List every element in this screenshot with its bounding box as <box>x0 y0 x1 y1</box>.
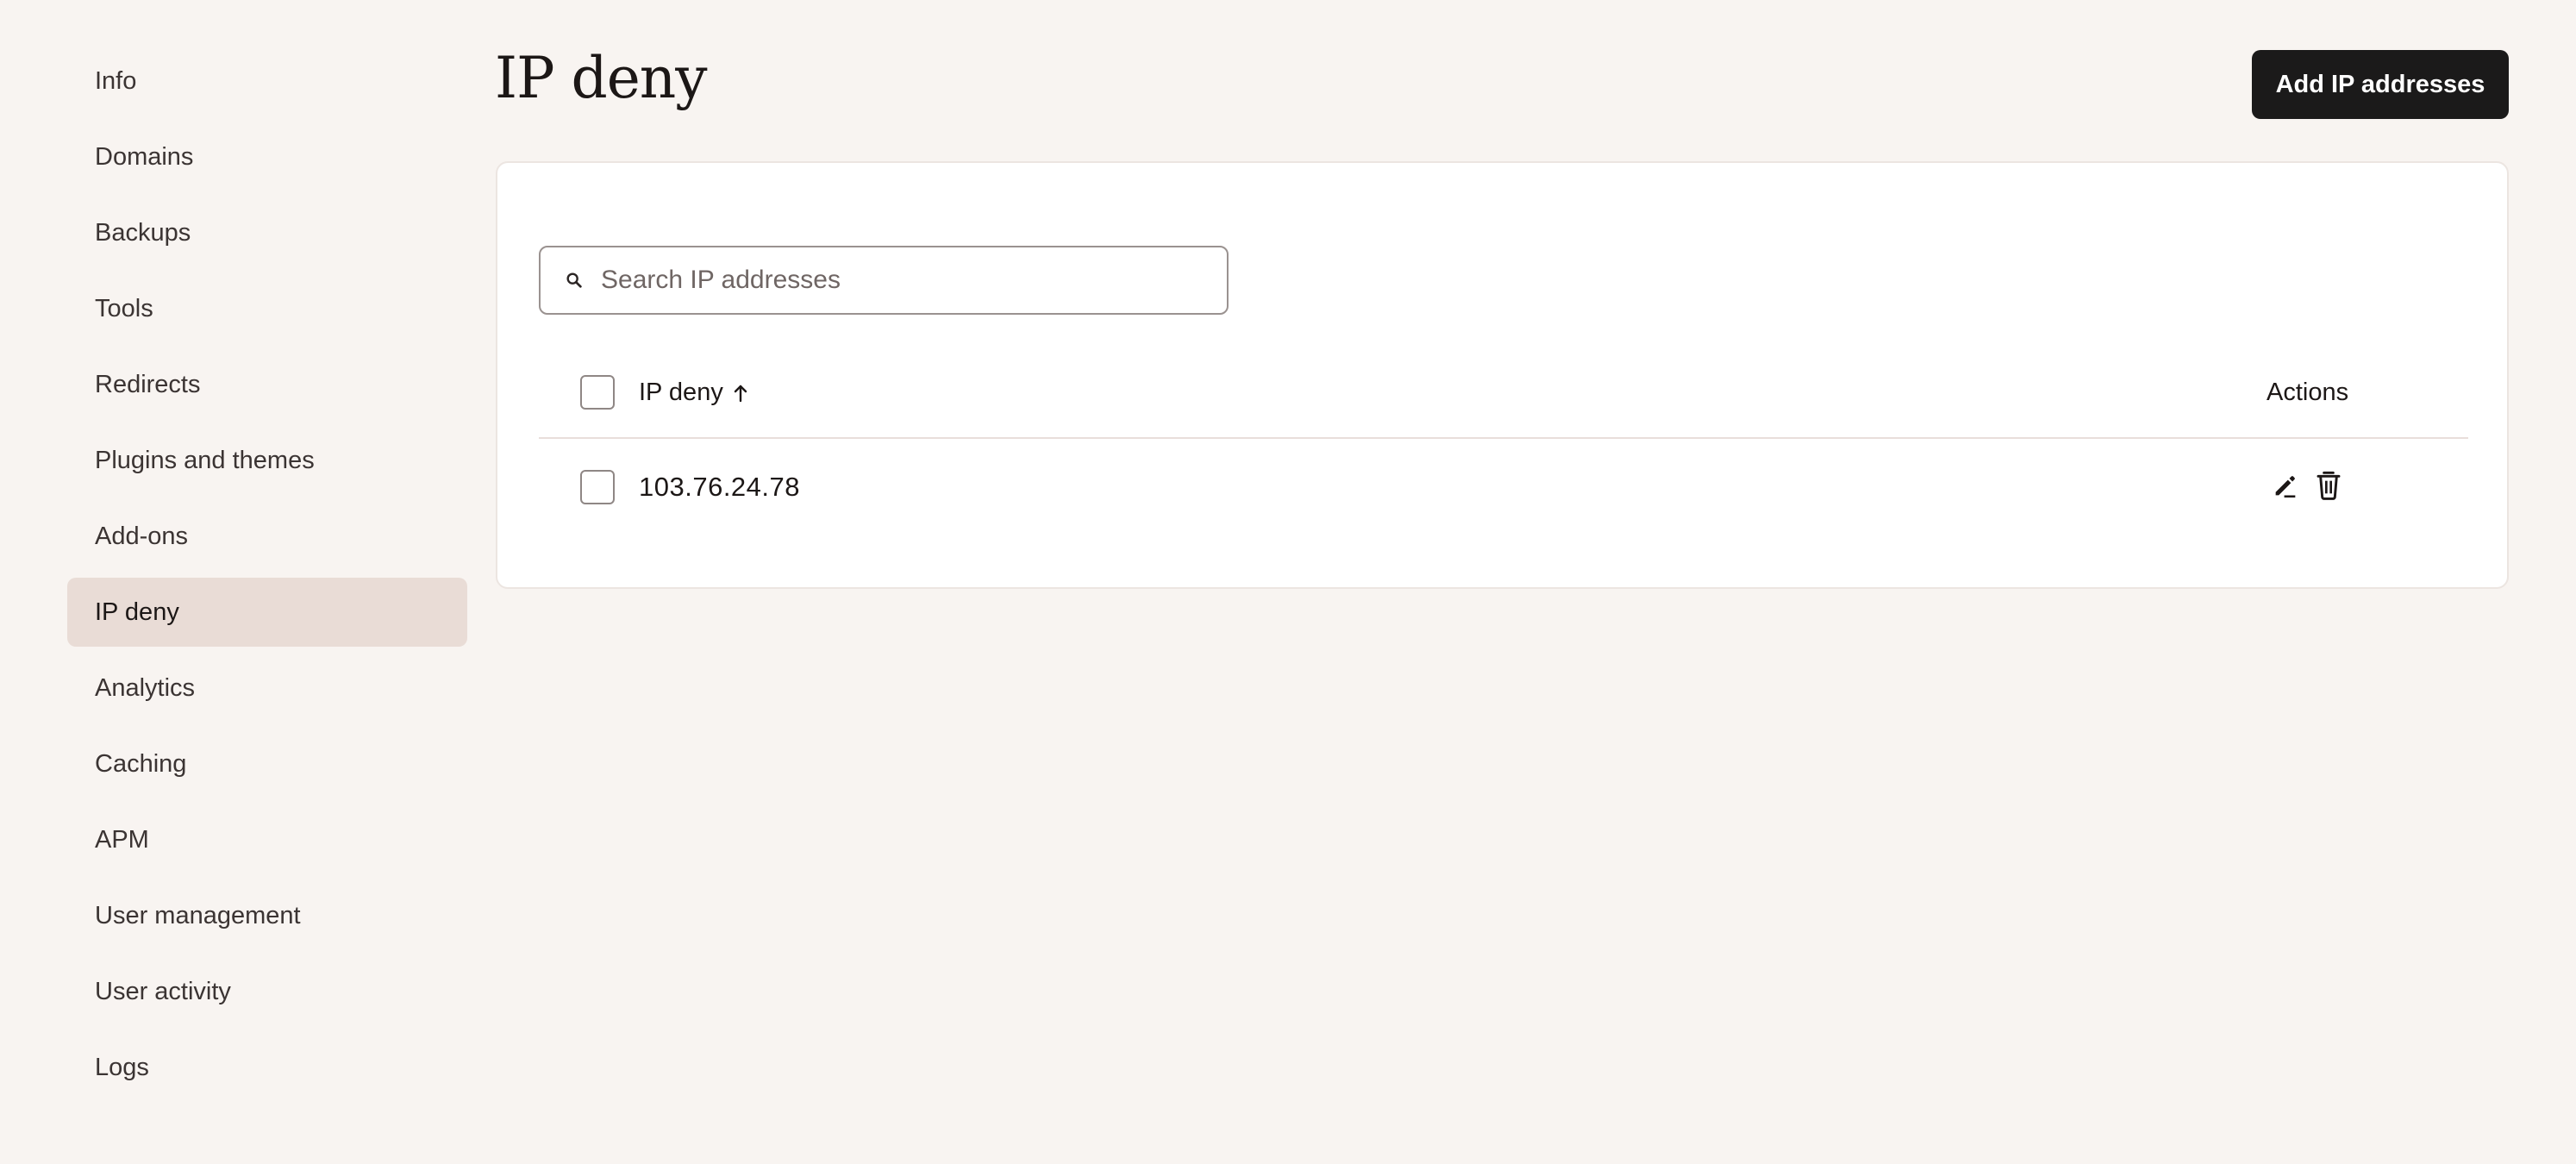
trash-icon[interactable] <box>2313 468 2344 503</box>
sidebar-item-add-ons[interactable]: Add-ons <box>67 502 467 571</box>
table-header: IP deny Actions <box>539 361 2468 439</box>
edit-icon[interactable] <box>2270 468 2301 503</box>
sidebar-item-domains[interactable]: Domains <box>67 122 467 191</box>
ip-deny-panel: IP deny Actions 103.76.24.78 <box>496 161 2509 589</box>
sidebar-item-info[interactable]: Info <box>67 47 467 116</box>
sidebar-item-apm[interactable]: APM <box>67 805 467 874</box>
add-ip-addresses-button[interactable]: Add IP addresses <box>2252 50 2509 119</box>
column-header-ip-deny-label: IP deny <box>639 379 723 406</box>
ip-deny-table: IP deny Actions 103.76.24.78 <box>539 361 2468 535</box>
table-row: 103.76.24.78 <box>539 439 2468 535</box>
row-checkbox[interactable] <box>580 470 615 504</box>
search-box[interactable] <box>539 246 1229 315</box>
sidebar-item-user-activity[interactable]: User activity <box>67 957 467 1026</box>
sidebar-item-caching[interactable]: Caching <box>67 729 467 798</box>
sidebar: Info Domains Backups Tools Redirects Plu… <box>67 47 467 1109</box>
sidebar-item-redirects[interactable]: Redirects <box>67 350 467 419</box>
search-icon <box>563 269 585 291</box>
sidebar-item-analytics[interactable]: Analytics <box>67 654 467 723</box>
column-header-actions: Actions <box>2267 379 2349 406</box>
search-input[interactable] <box>601 266 1204 295</box>
sidebar-item-user-management[interactable]: User management <box>67 881 467 950</box>
sidebar-item-backups[interactable]: Backups <box>67 198 467 267</box>
row-actions <box>2270 468 2344 503</box>
sidebar-item-tools[interactable]: Tools <box>67 274 467 343</box>
page-title: IP deny <box>495 45 708 111</box>
sidebar-item-ip-deny[interactable]: IP deny <box>67 578 467 647</box>
sidebar-item-plugins-and-themes[interactable]: Plugins and themes <box>67 426 467 495</box>
select-all-checkbox[interactable] <box>580 375 615 410</box>
ip-address-cell: 103.76.24.78 <box>639 472 801 502</box>
sidebar-item-logs[interactable]: Logs <box>67 1033 467 1102</box>
sort-arrow-up-icon <box>732 383 749 404</box>
app-root: Info Domains Backups Tools Redirects Plu… <box>0 0 2576 1164</box>
column-header-ip-deny[interactable]: IP deny <box>639 379 749 407</box>
